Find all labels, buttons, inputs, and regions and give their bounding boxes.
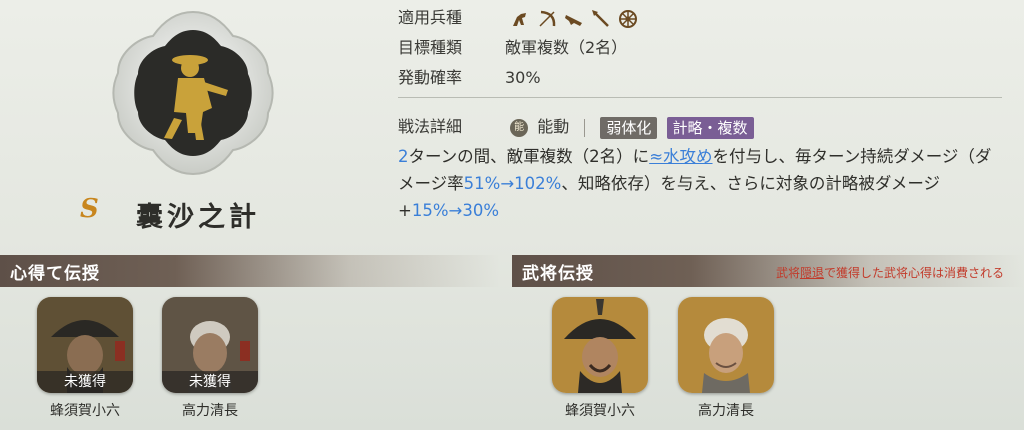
portrait-koriki: 未獲得 (162, 297, 258, 393)
inherit-panel-header: 心得て伝授 (0, 255, 500, 287)
card-name: 蜂須賀小六 (565, 403, 635, 419)
inherit-panel: 心得て伝授 未獲得 蜂須賀小六 未獲得 高力清長 (0, 255, 500, 430)
detail-label: 戦法詳細 (398, 117, 463, 136)
note-text: で獲得した武将心得は消費される (823, 266, 1004, 280)
type-value: 能動 (537, 117, 570, 136)
skill-name: 囊沙之計 (136, 202, 260, 233)
general-inherit-panel: 武将伝授 武将隠退で獲得した武将心得は消費される 蜂須賀小六 高力清長 (512, 255, 1024, 430)
desc-text-1: ターンの間、敵軍複数（2名）に (408, 147, 650, 166)
desc-turns: 2 (398, 147, 409, 166)
tag-separator (584, 118, 586, 137)
skill-summary: S 囊沙之計 適用兵種 目標種類 敵軍複数（2名） 発動確率 30% 戦法詳細 能 … (0, 0, 1024, 245)
target-row: 目標種類 敵軍複数（2名） (398, 35, 627, 61)
skill-rank: S (80, 194, 99, 224)
status-unobtained: 未獲得 (37, 371, 133, 393)
unit-types-icons (510, 9, 638, 29)
skill-description: 2ターンの間、敵軍複数（2名）に≈水攻めを付与し、毎ターン持続ダメージ（ダメージ… (398, 143, 998, 224)
portrait-hachisuka (552, 297, 648, 393)
active-type-icon: 能 (510, 118, 529, 137)
tag-debuff: 弱体化 (600, 116, 658, 139)
target-label: 目標種類 (398, 38, 463, 57)
status-unobtained: 未獲得 (162, 371, 258, 393)
bow-icon (537, 9, 557, 29)
unit-types-row: 適用兵種 (398, 5, 638, 31)
portrait-hachisuka: 未獲得 (37, 297, 133, 393)
tag-stratagem: 計略・複数 (666, 116, 754, 139)
divider (398, 97, 1002, 98)
spear-icon (591, 9, 611, 29)
detail-row: 戦法詳細 能 能動 弱体化 計略・複数 (398, 115, 754, 139)
general-card-hachisuka[interactable]: 蜂須賀小六 (552, 297, 648, 419)
desc-damage-rate: 51%→102% (463, 174, 562, 193)
siege-wheel-icon (618, 9, 638, 29)
skill-emblem-icon (108, 8, 278, 178)
desc-stratagem-dmg: 15%→30% (411, 201, 500, 220)
note-text: 武将 (775, 266, 800, 280)
rate-value: 30% (505, 68, 541, 87)
inherit-panel-title: 心得て伝授 (10, 264, 100, 284)
card-name: 高力清長 (698, 403, 754, 419)
unit-types-label: 適用兵種 (398, 8, 463, 27)
retire-link[interactable]: 隠退 (800, 266, 824, 280)
cavalry-icon (510, 9, 530, 29)
retire-note: 武将隠退で獲得した武将心得は消費される (776, 264, 1004, 281)
general-inherit-header: 武将伝授 武将隠退で獲得した武将心得は消費される (512, 255, 1024, 287)
gun-icon (564, 9, 584, 29)
general-card-koriki[interactable]: 高力清長 (678, 297, 774, 419)
inherit-card-koriki[interactable]: 未獲得 高力清長 (162, 297, 258, 419)
inherit-card-hachisuka[interactable]: 未獲得 蜂須賀小六 (37, 297, 133, 419)
water-attack-link[interactable]: ≈水攻め (649, 147, 712, 166)
target-value: 敵軍複数（2名） (505, 38, 628, 57)
rate-label: 発動確率 (398, 68, 463, 87)
card-name: 蜂須賀小六 (50, 403, 120, 419)
general-inherit-title: 武将伝授 (522, 264, 594, 284)
rate-row: 発動確率 30% (398, 65, 541, 91)
card-name: 高力清長 (182, 403, 238, 419)
portrait-koriki (678, 297, 774, 393)
